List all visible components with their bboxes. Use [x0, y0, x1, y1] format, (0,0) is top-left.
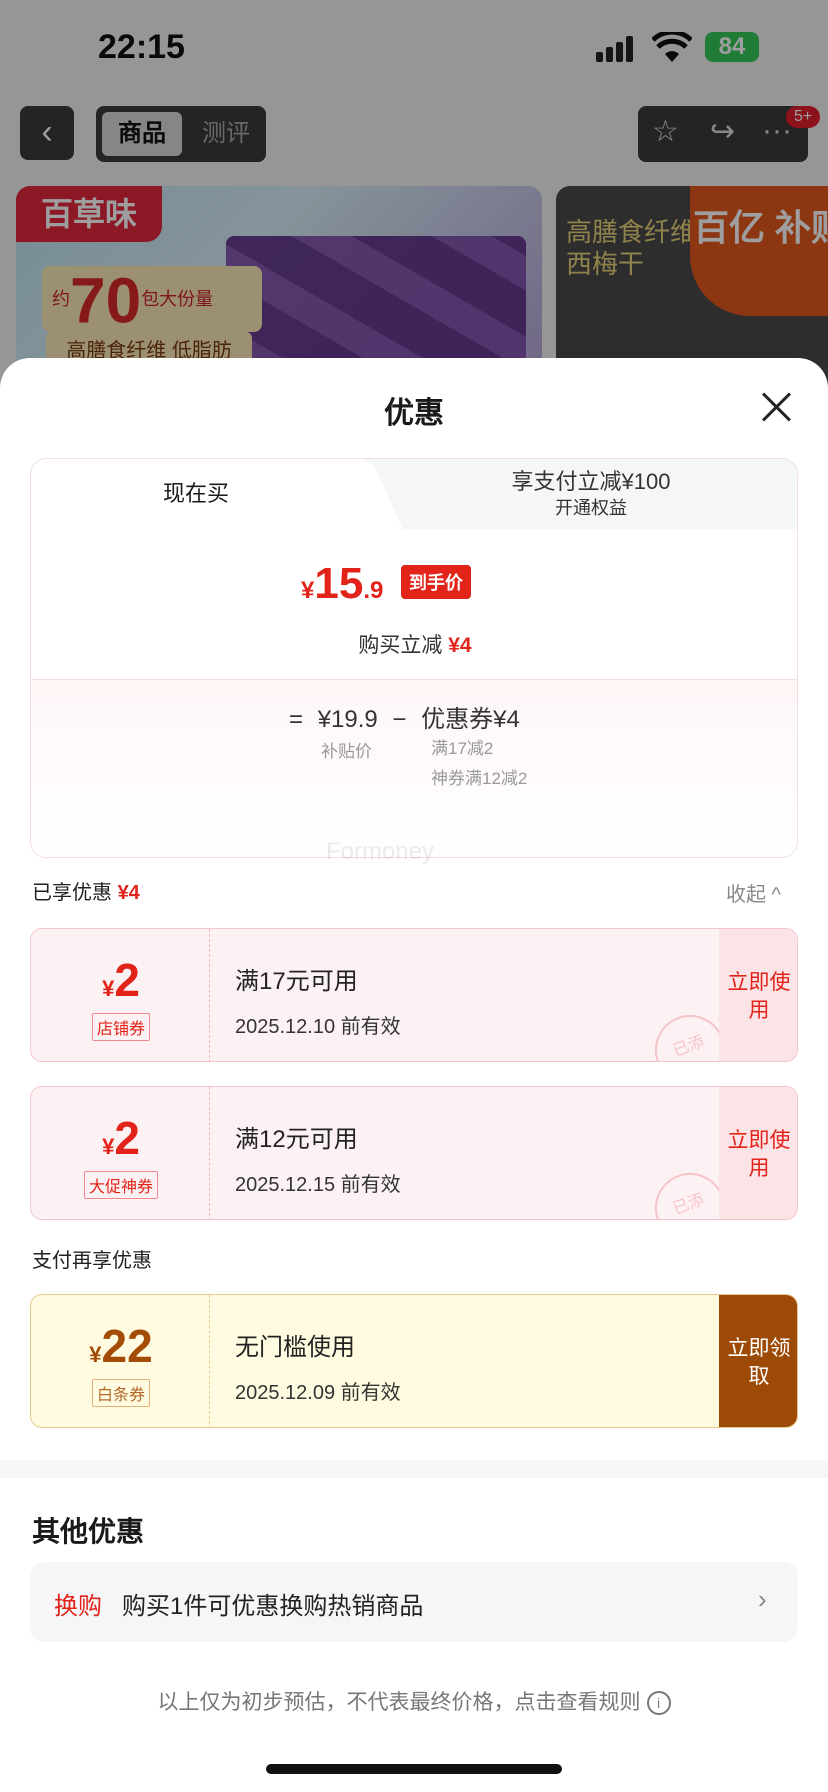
swap-text: 购买1件可优惠换购热销商品 [122, 1593, 424, 1620]
price-card: 现在买 享支付立减¥100 开通权益 ¥15.9 到手价 购买立减 ¥4 = ¥… [30, 458, 798, 858]
coupon-type: 大促神券 [83, 1171, 159, 1199]
coupon-validity: 2025.12.09 前有效 [235, 1382, 401, 1404]
pay-discount-label: 支付再享优惠 [32, 1250, 152, 1272]
coupon-condition: 满17元可用 [235, 968, 358, 995]
section-divider [0, 1460, 828, 1478]
product-page-background: 22:15 84 ‹ 商品 测评 ☆ ↪ ··· 5+ 百草味 约70包大份量 … [0, 0, 828, 406]
final-price: ¥15.9 [301, 559, 384, 608]
claim-now-button[interactable]: 立即领取 [719, 1295, 797, 1427]
coupon-card: ¥2 店铺券 满17元可用 2025.12.10 前有效 已添 立即使用 [30, 928, 798, 1062]
collapse-button[interactable]: 收起 ^ [726, 878, 781, 907]
chevron-right-icon: › [758, 1584, 767, 1614]
coupon-divider [209, 929, 210, 1061]
disclaimer[interactable]: 以上仅为初步预估，不代表最终价格，点击查看规则 i [0, 1686, 828, 1716]
other-discounts-title: 其他优惠 [32, 1516, 145, 1547]
use-now-button[interactable]: 立即使用 [719, 929, 797, 1061]
swap-key: 换购 [54, 1593, 102, 1620]
use-now-button[interactable]: 立即使用 [719, 1087, 797, 1219]
purchase-reduction: 购买立减 ¥4 [358, 634, 472, 657]
coupon-condition: 满12元可用 [235, 1126, 358, 1153]
base-price-label: 补贴价 [321, 742, 372, 761]
coupon-validity: 2025.12.10 前有效 [235, 1016, 401, 1038]
final-price-block: ¥15.9 到手价 购买立减 ¥4 [31, 529, 797, 679]
discount-sheet: 优惠 现在买 享支付立减¥100 开通权益 ¥15.9 到手价 购买立减 ¥4 … [0, 358, 828, 1792]
coupon-type: 店铺券 [91, 1013, 151, 1041]
final-price-tag: 到手价 [401, 565, 471, 599]
overlay-dim[interactable] [0, 0, 828, 400]
close-icon[interactable] [756, 388, 796, 428]
tab-buy-now[interactable]: 现在买 [31, 459, 361, 529]
price-formula: = ¥19.9 − 优惠券¥4 补贴价 满17减2 神券满12减2 [31, 679, 797, 857]
tab-pay-discount[interactable]: 享支付立减¥100 开通权益 [391, 467, 791, 519]
sheet-title: 优惠 [384, 397, 444, 430]
home-indicator [266, 1764, 562, 1774]
coupon-validity: 2025.12.15 前有效 [235, 1174, 401, 1196]
coupon-type: 白条券 [91, 1379, 151, 1407]
watermark: Formoney [326, 838, 435, 865]
coupon-breakdown: 满17减2 神券满12减2 [431, 739, 528, 788]
coupon-condition: 无门槛使用 [235, 1334, 355, 1361]
coupon-divider [209, 1087, 210, 1219]
coupon-amount: ¥2 [102, 954, 140, 1006]
coupon-amount: ¥2 [102, 1112, 140, 1164]
info-icon[interactable]: i [646, 1691, 671, 1716]
formula-line: = ¥19.9 − 优惠券¥4 [289, 706, 520, 733]
coupon-divider [209, 1295, 210, 1427]
pay-coupon-card: ¥22 白条券 无门槛使用 2025.12.09 前有效 立即领取 [30, 1294, 798, 1428]
price-tabs: 现在买 享支付立减¥100 开通权益 [31, 459, 797, 529]
coupon-card: ¥2 大促神券 满12元可用 2025.12.15 前有效 已添 立即使用 [30, 1086, 798, 1220]
swap-offer-row[interactable]: 换购 购买1件可优惠换购热销商品 › [30, 1562, 798, 1642]
enjoyed-discount-label: 已享优惠 ¥4 [32, 882, 140, 904]
coupon-amount: ¥22 [89, 1320, 153, 1372]
